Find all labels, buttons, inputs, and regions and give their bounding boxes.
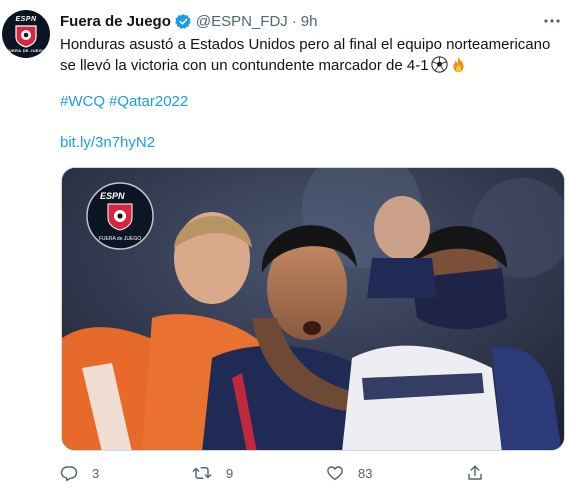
share-button[interactable] bbox=[466, 461, 498, 485]
tweet-action-bar: 3 9 83 bbox=[60, 461, 520, 485]
hashtag-list: #WCQ #Qatar2022 bbox=[60, 93, 192, 110]
watermark-sub-text: FUERA de JUEGO bbox=[99, 236, 141, 242]
tweet-text-line-2-wrap: se llevó la victoria con un contundente … bbox=[60, 55, 560, 77]
fire-icon bbox=[452, 56, 464, 72]
tweet-media-photo[interactable]: ESPN FUERA de JUEGO bbox=[61, 167, 565, 451]
tweet-timestamp[interactable]: 9h bbox=[301, 13, 318, 30]
author-name[interactable]: Fuera de Juego bbox=[60, 13, 171, 30]
like-button[interactable]: 83 bbox=[326, 461, 372, 485]
share-icon bbox=[468, 465, 482, 480]
celebration-photo: ESPN FUERA de JUEGO bbox=[62, 168, 564, 450]
watermark-brand-text: ESPN bbox=[100, 191, 125, 201]
retweet-count: 9 bbox=[226, 465, 234, 481]
heart-icon bbox=[327, 466, 343, 481]
avatar[interactable]: ESPN FUERA DE JUEGO bbox=[2, 10, 50, 58]
author-handle[interactable]: @ESPN_FDJ bbox=[196, 13, 288, 30]
tweet-link[interactable]: bit.ly/3n7hyN2 bbox=[60, 134, 155, 151]
tweet-text: Honduras asustó a Estados Unidos pero al… bbox=[60, 35, 560, 76]
avatar-brand-sub: FUERA DE JUEGO bbox=[6, 48, 46, 53]
tweet-header: Fuera de Juego @ESPN_FDJ · 9h bbox=[60, 10, 317, 32]
hashtag-wcq[interactable]: #WCQ bbox=[60, 93, 105, 110]
reply-count: 3 bbox=[92, 465, 100, 481]
more-options-button[interactable] bbox=[541, 12, 563, 30]
header-separator: · bbox=[291, 12, 297, 30]
soccer-ball-icon bbox=[430, 55, 448, 73]
shield-logo-icon bbox=[15, 25, 37, 48]
tweet-text-line-1: Honduras asustó a Estados Unidos pero al… bbox=[60, 36, 551, 53]
reply-button[interactable]: 3 bbox=[60, 461, 99, 485]
hashtag-qatar2022[interactable]: #Qatar2022 bbox=[109, 93, 188, 110]
verified-badge-icon bbox=[175, 13, 191, 29]
reply-icon bbox=[60, 466, 78, 482]
tweet-card[interactable]: ESPN FUERA DE JUEGO Fuera de Juego @ESPN… bbox=[0, 0, 581, 491]
tweet-text-line-2: se llevó la victoria con un contundente … bbox=[60, 56, 429, 74]
avatar-brand-label: ESPN bbox=[15, 16, 37, 23]
like-count: 83 bbox=[358, 465, 373, 481]
retweet-button[interactable]: 9 bbox=[192, 461, 233, 485]
retweet-icon bbox=[192, 467, 212, 479]
more-icon bbox=[544, 19, 560, 23]
